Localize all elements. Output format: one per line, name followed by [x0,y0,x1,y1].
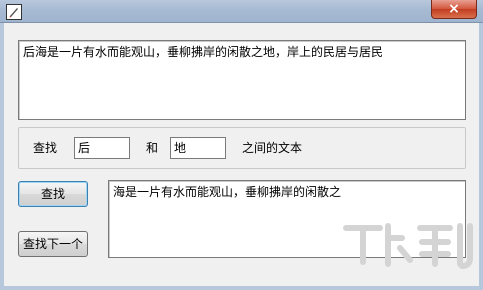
source-text: 后海是一片有水而能观山，垂柳拂岸的闲散之地，岸上的民居与居民 [23,45,384,59]
result-text: 海是一片有水而能观山，垂柳拂岸的闲散之 [113,185,342,199]
watermark-logo [340,218,478,272]
end-text-field[interactable]: 地 [170,137,226,159]
app-icon[interactable] [6,4,22,20]
find-next-button[interactable]: 查找下一个 [18,231,88,257]
source-text-area[interactable]: 后海是一片有水而能观山，垂柳拂岸的闲散之地，岸上的民居与居民 [18,40,466,120]
and-label: 和 [146,141,159,155]
start-text-value: 后 [78,141,91,155]
find-label: 查找 [33,141,58,155]
close-icon: × [448,1,460,17]
close-button[interactable]: × [431,0,477,19]
between-text-label: 之间的文本 [242,141,303,155]
find-button[interactable]: 查找 [18,181,88,207]
end-text-value: 地 [174,141,187,155]
download-site-logo-icon [343,223,473,269]
start-text-field[interactable]: 后 [74,137,130,159]
title-bar: × [0,0,483,23]
